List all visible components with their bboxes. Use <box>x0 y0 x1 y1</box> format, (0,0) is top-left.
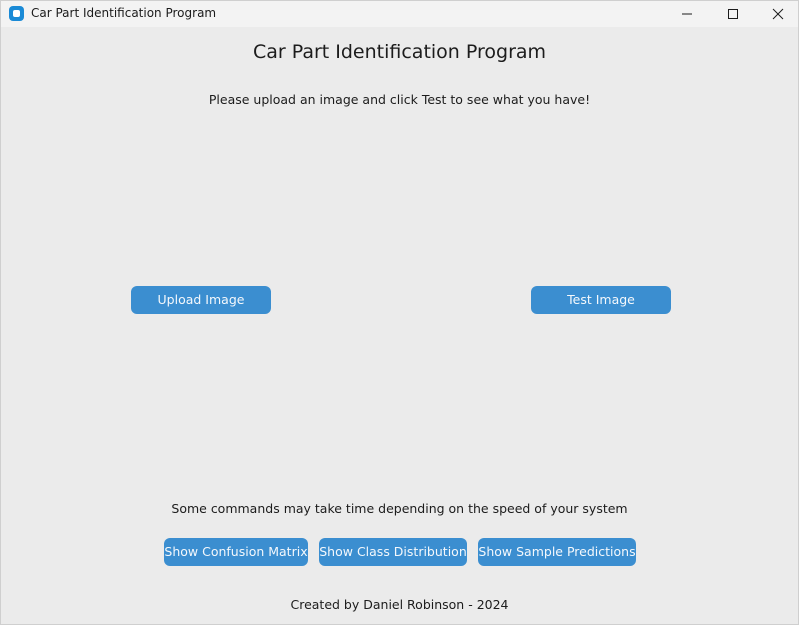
page-title: Car Part Identification Program <box>252 41 547 63</box>
minimize-icon <box>682 13 692 15</box>
window-title: Car Part Identification Program <box>31 6 217 20</box>
title-bar[interactable]: Car Part Identification Program <box>1 1 798 27</box>
maximize-icon <box>728 9 738 19</box>
upload-image-button[interactable]: Upload Image <box>131 286 271 314</box>
performance-note: Some commands may take time depending on… <box>171 501 628 516</box>
show-confusion-matrix-button[interactable]: Show Confusion Matrix <box>164 538 308 566</box>
close-button[interactable] <box>755 1 799 27</box>
footer-credit: Created by Daniel Robinson - 2024 <box>290 597 509 612</box>
show-class-distribution-button[interactable]: Show Class Distribution <box>319 538 467 566</box>
close-icon <box>772 8 784 20</box>
maximize-button[interactable] <box>710 1 756 27</box>
app-icon <box>9 6 24 21</box>
app-window: Car Part Identification Program Car Part… <box>0 0 799 625</box>
test-image-button[interactable]: Test Image <box>531 286 671 314</box>
minimize-button[interactable] <box>664 1 710 27</box>
show-sample-predictions-button[interactable]: Show Sample Predictions <box>478 538 636 566</box>
instruction-text: Please upload an image and click Test to… <box>208 92 591 107</box>
